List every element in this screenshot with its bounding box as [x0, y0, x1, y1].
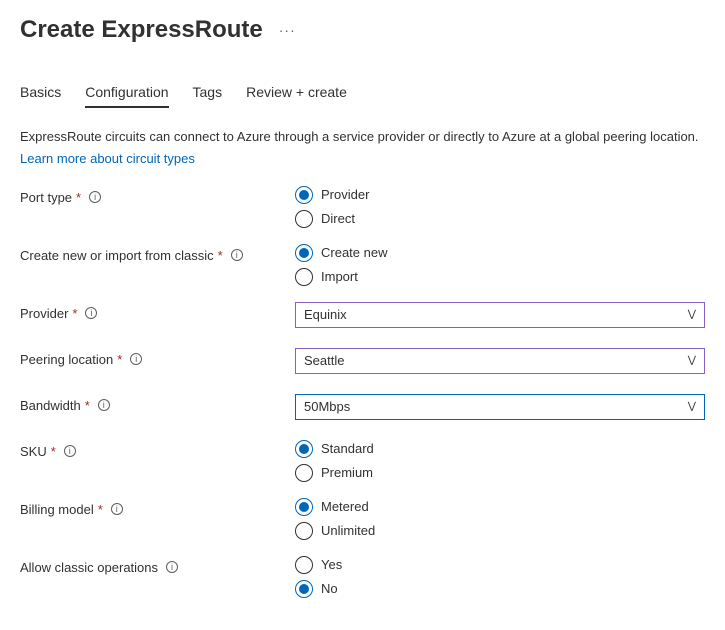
bandwidth-select[interactable]: 50Mbps ⋁ — [295, 394, 705, 420]
select-value: 50Mbps — [304, 399, 350, 414]
radio-icon — [295, 210, 313, 228]
port-type-provider-radio[interactable]: Provider — [295, 186, 705, 204]
allow-classic-label: Allow classic operations — [20, 560, 158, 575]
select-value: Equinix — [304, 307, 347, 322]
radio-label: Provider — [321, 187, 369, 202]
sku-label: SKU — [20, 444, 47, 459]
info-icon[interactable]: i — [166, 561, 178, 573]
info-icon[interactable]: i — [89, 191, 101, 203]
billing-model-label: Billing model — [20, 502, 94, 517]
tab-bar: Basics Configuration Tags Review + creat… — [20, 78, 705, 109]
create-new-radio[interactable]: Create new — [295, 244, 705, 262]
radio-label: Import — [321, 269, 358, 284]
radio-icon — [295, 464, 313, 482]
sku-premium-radio[interactable]: Premium — [295, 464, 705, 482]
required-marker: * — [218, 248, 223, 263]
radio-label: Direct — [321, 211, 355, 226]
tab-review-create[interactable]: Review + create — [246, 78, 347, 108]
intro-text: ExpressRoute circuits can connect to Azu… — [20, 127, 705, 147]
peering-location-label: Peering location — [20, 352, 113, 367]
provider-select[interactable]: Equinix ⋁ — [295, 302, 705, 328]
import-radio[interactable]: Import — [295, 268, 705, 286]
billing-metered-radio[interactable]: Metered — [295, 498, 705, 516]
allow-classic-yes-radio[interactable]: Yes — [295, 556, 705, 574]
required-marker: * — [117, 352, 122, 367]
radio-icon — [295, 440, 313, 458]
page-title: Create ExpressRoute — [20, 16, 263, 44]
port-type-label: Port type — [20, 190, 72, 205]
sku-standard-radio[interactable]: Standard — [295, 440, 705, 458]
radio-label: Create new — [321, 245, 387, 260]
required-marker: * — [72, 306, 77, 321]
tab-configuration[interactable]: Configuration — [85, 78, 168, 108]
info-icon[interactable]: i — [231, 249, 243, 261]
radio-label: Standard — [321, 441, 374, 456]
radio-icon — [295, 522, 313, 540]
radio-label: No — [321, 581, 338, 596]
required-marker: * — [51, 444, 56, 459]
radio-icon — [295, 556, 313, 574]
radio-label: Premium — [321, 465, 373, 480]
info-icon[interactable]: i — [85, 307, 97, 319]
tab-basics[interactable]: Basics — [20, 78, 61, 108]
peering-location-select[interactable]: Seattle ⋁ — [295, 348, 705, 374]
billing-unlimited-radio[interactable]: Unlimited — [295, 522, 705, 540]
provider-label: Provider — [20, 306, 68, 321]
radio-icon — [295, 268, 313, 286]
required-marker: * — [85, 398, 90, 413]
radio-icon — [295, 244, 313, 262]
port-type-direct-radio[interactable]: Direct — [295, 210, 705, 228]
radio-label: Unlimited — [321, 523, 375, 538]
info-icon[interactable]: i — [64, 445, 76, 457]
info-icon[interactable]: i — [98, 399, 110, 411]
required-marker: * — [98, 502, 103, 517]
allow-classic-no-radio[interactable]: No — [295, 580, 705, 598]
radio-icon — [295, 498, 313, 516]
required-marker: * — [76, 190, 81, 205]
chevron-down-icon: ⋁ — [688, 355, 696, 366]
radio-label: Yes — [321, 557, 342, 572]
select-value: Seattle — [304, 353, 344, 368]
create-import-label: Create new or import from classic — [20, 248, 214, 263]
learn-more-link[interactable]: Learn more about circuit types — [20, 151, 195, 166]
radio-icon — [295, 186, 313, 204]
info-icon[interactable]: i — [111, 503, 123, 515]
tab-tags[interactable]: Tags — [193, 78, 223, 108]
bandwidth-label: Bandwidth — [20, 398, 81, 413]
radio-icon — [295, 580, 313, 598]
chevron-down-icon: ⋁ — [688, 401, 696, 412]
more-actions-button[interactable]: ··· — [279, 22, 296, 38]
chevron-down-icon: ⋁ — [688, 309, 696, 320]
info-icon[interactable]: i — [130, 353, 142, 365]
radio-label: Metered — [321, 499, 369, 514]
